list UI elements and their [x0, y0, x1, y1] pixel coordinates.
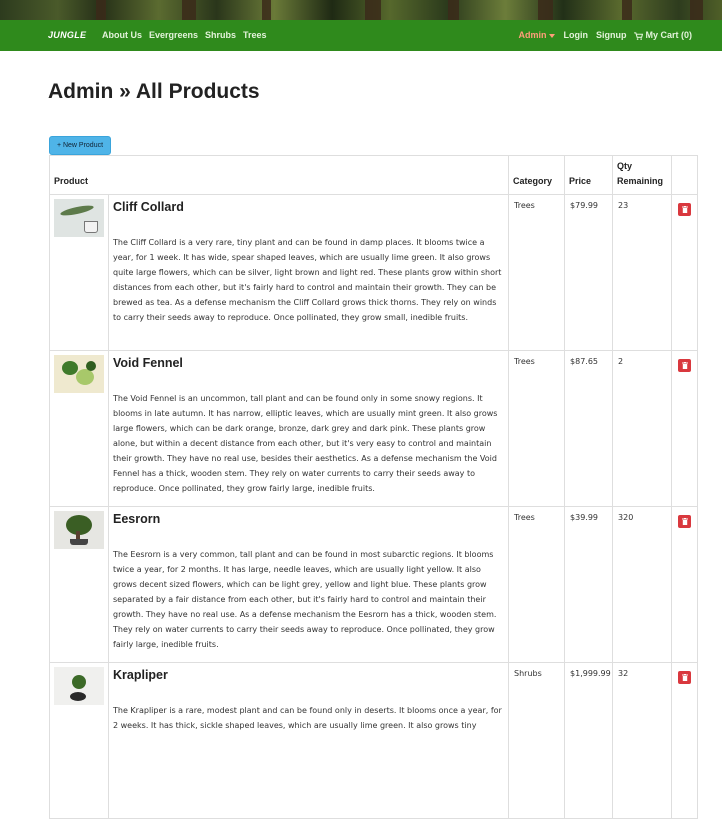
login-link[interactable]: Login — [563, 30, 588, 40]
signup-link[interactable]: Signup — [596, 30, 627, 40]
brand-logo[interactable]: JUNGLE — [48, 30, 86, 40]
nav-link-shrubs[interactable]: Shrubs — [205, 30, 236, 40]
product-image[interactable] — [54, 199, 104, 237]
column-header-price: Price — [564, 155, 614, 195]
caret-down-icon — [549, 33, 556, 38]
table-row: Eesrorn The Eesrorn is a very common, ta… — [49, 506, 699, 663]
trash-icon — [681, 518, 688, 525]
nav-link-about-us[interactable]: About Us — [102, 30, 142, 40]
table-row: Void Fennel The Void Fennel is an uncomm… — [49, 350, 699, 507]
product-category: Shrubs — [508, 662, 566, 819]
product-price: $87.65 — [564, 350, 614, 507]
nav-right: Admin Login Signup My Cart (0) — [518, 30, 692, 40]
navbar: JUNGLE About Us Evergreens Shrubs Trees … — [0, 20, 722, 51]
cart-link[interactable]: My Cart (0) — [634, 30, 692, 40]
product-category: Trees — [508, 194, 566, 351]
product-image[interactable] — [54, 355, 104, 393]
delete-button[interactable] — [678, 359, 692, 372]
admin-dropdown[interactable]: Admin — [518, 30, 556, 40]
product-description: The Eesrorn is a very common, tall plant… — [113, 550, 497, 649]
column-header-product: Product — [48, 155, 510, 195]
product-qty: 2 — [612, 350, 673, 507]
column-header-category: Category — [508, 155, 566, 195]
product-description: The Krapliper is a rare, modest plant an… — [113, 706, 502, 730]
product-description: The Void Fennel is an uncommon, tall pla… — [113, 394, 498, 493]
product-name: Void Fennel — [113, 356, 183, 370]
product-price: $39.99 — [564, 506, 614, 663]
cart-icon — [634, 32, 644, 40]
column-header-qty: Qty Remaining — [612, 155, 673, 195]
delete-button[interactable] — [678, 671, 692, 684]
product-price: $1,999.99 — [564, 662, 614, 819]
product-name: Krapliper — [113, 668, 168, 682]
nav-links: About Us Evergreens Shrubs Trees — [102, 30, 267, 40]
product-name: Cliff Collard — [113, 200, 184, 214]
product-category: Trees — [508, 350, 566, 507]
cart-label: My Cart (0) — [645, 30, 692, 40]
product-qty: 23 — [612, 194, 673, 351]
product-description: The Cliff Collard is a very rare, tiny p… — [113, 238, 502, 322]
delete-button[interactable] — [678, 515, 692, 528]
product-qty: 320 — [612, 506, 673, 663]
new-product-button[interactable]: + New Product — [49, 136, 111, 155]
product-name: Eesrorn — [113, 512, 161, 526]
nav-link-trees[interactable]: Trees — [243, 30, 267, 40]
product-qty: 32 — [612, 662, 673, 819]
column-header-actions — [671, 155, 699, 195]
table-row: Krapliper The Krapliper is a rare, modes… — [49, 662, 699, 819]
product-image[interactable] — [54, 511, 104, 549]
product-image[interactable] — [54, 667, 104, 705]
products-table: Product Category Price Qty Remaining Cli… — [48, 155, 699, 819]
page-title: Admin » All Products — [48, 80, 260, 103]
product-price: $79.99 — [564, 194, 614, 351]
table-row: Cliff Collard The Cliff Collard is a ver… — [49, 194, 699, 351]
table-header-row: Product Category Price Qty Remaining — [48, 155, 699, 195]
header-banner-image — [0, 0, 722, 20]
nav-link-evergreens[interactable]: Evergreens — [149, 30, 198, 40]
trash-icon — [681, 206, 688, 213]
trash-icon — [681, 362, 688, 369]
delete-button[interactable] — [678, 203, 692, 216]
trash-icon — [681, 674, 688, 681]
product-category: Trees — [508, 506, 566, 663]
admin-dropdown-label: Admin — [518, 30, 547, 40]
